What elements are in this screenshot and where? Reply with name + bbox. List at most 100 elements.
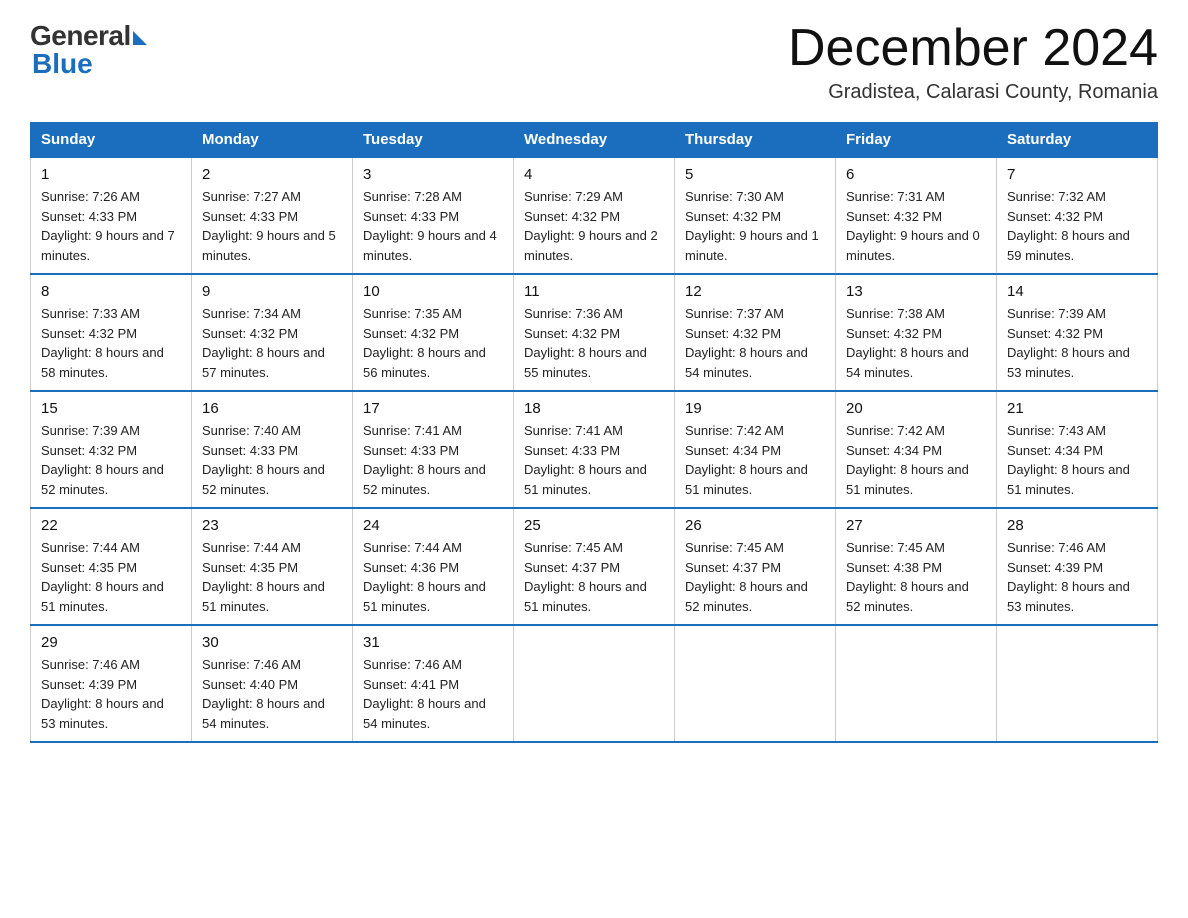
day-info: Sunrise: 7:42 AMSunset: 4:34 PMDaylight:… — [685, 421, 825, 499]
day-number: 1 — [41, 166, 181, 183]
day-info: Sunrise: 7:43 AMSunset: 4:34 PMDaylight:… — [1007, 421, 1147, 499]
cell-content: 29 Sunrise: 7:46 AMSunset: 4:39 PMDaylig… — [41, 634, 181, 733]
calendar-body: 1 Sunrise: 7:26 AMSunset: 4:33 PMDayligh… — [31, 157, 1158, 742]
calendar-cell: 21 Sunrise: 7:43 AMSunset: 4:34 PMDaylig… — [997, 391, 1158, 508]
weekday-header-wednesday: Wednesday — [514, 123, 675, 158]
calendar-cell: 31 Sunrise: 7:46 AMSunset: 4:41 PMDaylig… — [353, 625, 514, 742]
day-number: 31 — [363, 634, 503, 651]
calendar-cell: 8 Sunrise: 7:33 AMSunset: 4:32 PMDayligh… — [31, 274, 192, 391]
month-title: December 2024 — [788, 20, 1158, 77]
logo-triangle-icon — [133, 31, 147, 45]
day-number: 22 — [41, 517, 181, 534]
day-number: 27 — [846, 517, 986, 534]
calendar-cell: 26 Sunrise: 7:45 AMSunset: 4:37 PMDaylig… — [675, 508, 836, 625]
day-number: 3 — [363, 166, 503, 183]
page-header: General Blue December 2024 Gradistea, Ca… — [30, 20, 1158, 104]
day-info: Sunrise: 7:39 AMSunset: 4:32 PMDaylight:… — [41, 421, 181, 499]
cell-content: 30 Sunrise: 7:46 AMSunset: 4:40 PMDaylig… — [202, 634, 342, 733]
day-number: 7 — [1007, 166, 1147, 183]
calendar-table: SundayMondayTuesdayWednesdayThursdayFrid… — [30, 122, 1158, 743]
calendar-week-2: 8 Sunrise: 7:33 AMSunset: 4:32 PMDayligh… — [31, 274, 1158, 391]
calendar-cell: 9 Sunrise: 7:34 AMSunset: 4:32 PMDayligh… — [192, 274, 353, 391]
calendar-cell: 22 Sunrise: 7:44 AMSunset: 4:35 PMDaylig… — [31, 508, 192, 625]
day-number: 8 — [41, 283, 181, 300]
cell-content: 10 Sunrise: 7:35 AMSunset: 4:32 PMDaylig… — [363, 283, 503, 382]
calendar-week-5: 29 Sunrise: 7:46 AMSunset: 4:39 PMDaylig… — [31, 625, 1158, 742]
cell-content: 26 Sunrise: 7:45 AMSunset: 4:37 PMDaylig… — [685, 517, 825, 616]
calendar-cell: 11 Sunrise: 7:36 AMSunset: 4:32 PMDaylig… — [514, 274, 675, 391]
calendar-cell — [514, 625, 675, 742]
day-number: 29 — [41, 634, 181, 651]
cell-content: 22 Sunrise: 7:44 AMSunset: 4:35 PMDaylig… — [41, 517, 181, 616]
day-info: Sunrise: 7:44 AMSunset: 4:36 PMDaylight:… — [363, 538, 503, 616]
cell-content: 14 Sunrise: 7:39 AMSunset: 4:32 PMDaylig… — [1007, 283, 1147, 382]
calendar-week-1: 1 Sunrise: 7:26 AMSunset: 4:33 PMDayligh… — [31, 157, 1158, 274]
day-info: Sunrise: 7:46 AMSunset: 4:41 PMDaylight:… — [363, 655, 503, 733]
header-row: SundayMondayTuesdayWednesdayThursdayFrid… — [31, 123, 1158, 158]
calendar-cell: 6 Sunrise: 7:31 AMSunset: 4:32 PMDayligh… — [836, 157, 997, 274]
cell-content: 2 Sunrise: 7:27 AMSunset: 4:33 PMDayligh… — [202, 166, 342, 265]
day-number: 18 — [524, 400, 664, 417]
cell-content: 6 Sunrise: 7:31 AMSunset: 4:32 PMDayligh… — [846, 166, 986, 265]
day-number: 28 — [1007, 517, 1147, 534]
title-block: December 2024 Gradistea, Calarasi County… — [788, 20, 1158, 104]
cell-content: 8 Sunrise: 7:33 AMSunset: 4:32 PMDayligh… — [41, 283, 181, 382]
weekday-header-saturday: Saturday — [997, 123, 1158, 158]
day-info: Sunrise: 7:45 AMSunset: 4:38 PMDaylight:… — [846, 538, 986, 616]
calendar-cell: 14 Sunrise: 7:39 AMSunset: 4:32 PMDaylig… — [997, 274, 1158, 391]
day-number: 17 — [363, 400, 503, 417]
day-info: Sunrise: 7:40 AMSunset: 4:33 PMDaylight:… — [202, 421, 342, 499]
cell-content: 21 Sunrise: 7:43 AMSunset: 4:34 PMDaylig… — [1007, 400, 1147, 499]
cell-content: 16 Sunrise: 7:40 AMSunset: 4:33 PMDaylig… — [202, 400, 342, 499]
day-info: Sunrise: 7:37 AMSunset: 4:32 PMDaylight:… — [685, 304, 825, 382]
cell-content: 19 Sunrise: 7:42 AMSunset: 4:34 PMDaylig… — [685, 400, 825, 499]
day-info: Sunrise: 7:36 AMSunset: 4:32 PMDaylight:… — [524, 304, 664, 382]
cell-content: 23 Sunrise: 7:44 AMSunset: 4:35 PMDaylig… — [202, 517, 342, 616]
logo: General Blue — [30, 20, 147, 80]
calendar-cell: 25 Sunrise: 7:45 AMSunset: 4:37 PMDaylig… — [514, 508, 675, 625]
day-number: 12 — [685, 283, 825, 300]
day-number: 11 — [524, 283, 664, 300]
calendar-cell: 1 Sunrise: 7:26 AMSunset: 4:33 PMDayligh… — [31, 157, 192, 274]
calendar-cell — [836, 625, 997, 742]
day-number: 9 — [202, 283, 342, 300]
cell-content: 3 Sunrise: 7:28 AMSunset: 4:33 PMDayligh… — [363, 166, 503, 265]
cell-content: 28 Sunrise: 7:46 AMSunset: 4:39 PMDaylig… — [1007, 517, 1147, 616]
calendar-cell: 24 Sunrise: 7:44 AMSunset: 4:36 PMDaylig… — [353, 508, 514, 625]
day-number: 23 — [202, 517, 342, 534]
cell-content: 31 Sunrise: 7:46 AMSunset: 4:41 PMDaylig… — [363, 634, 503, 733]
day-number: 6 — [846, 166, 986, 183]
day-info: Sunrise: 7:41 AMSunset: 4:33 PMDaylight:… — [363, 421, 503, 499]
cell-content: 9 Sunrise: 7:34 AMSunset: 4:32 PMDayligh… — [202, 283, 342, 382]
day-info: Sunrise: 7:44 AMSunset: 4:35 PMDaylight:… — [202, 538, 342, 616]
cell-content: 1 Sunrise: 7:26 AMSunset: 4:33 PMDayligh… — [41, 166, 181, 265]
day-info: Sunrise: 7:26 AMSunset: 4:33 PMDaylight:… — [41, 187, 181, 265]
day-number: 14 — [1007, 283, 1147, 300]
calendar-cell: 5 Sunrise: 7:30 AMSunset: 4:32 PMDayligh… — [675, 157, 836, 274]
day-info: Sunrise: 7:29 AMSunset: 4:32 PMDaylight:… — [524, 187, 664, 265]
calendar-cell: 16 Sunrise: 7:40 AMSunset: 4:33 PMDaylig… — [192, 391, 353, 508]
logo-blue-text: Blue — [30, 48, 93, 80]
day-number: 16 — [202, 400, 342, 417]
day-info: Sunrise: 7:45 AMSunset: 4:37 PMDaylight:… — [685, 538, 825, 616]
day-info: Sunrise: 7:46 AMSunset: 4:39 PMDaylight:… — [1007, 538, 1147, 616]
cell-content: 4 Sunrise: 7:29 AMSunset: 4:32 PMDayligh… — [524, 166, 664, 265]
cell-content: 27 Sunrise: 7:45 AMSunset: 4:38 PMDaylig… — [846, 517, 986, 616]
calendar-cell: 19 Sunrise: 7:42 AMSunset: 4:34 PMDaylig… — [675, 391, 836, 508]
day-info: Sunrise: 7:46 AMSunset: 4:40 PMDaylight:… — [202, 655, 342, 733]
day-info: Sunrise: 7:38 AMSunset: 4:32 PMDaylight:… — [846, 304, 986, 382]
day-info: Sunrise: 7:34 AMSunset: 4:32 PMDaylight:… — [202, 304, 342, 382]
weekday-header-thursday: Thursday — [675, 123, 836, 158]
day-info: Sunrise: 7:27 AMSunset: 4:33 PMDaylight:… — [202, 187, 342, 265]
calendar-cell: 3 Sunrise: 7:28 AMSunset: 4:33 PMDayligh… — [353, 157, 514, 274]
day-number: 13 — [846, 283, 986, 300]
cell-content: 7 Sunrise: 7:32 AMSunset: 4:32 PMDayligh… — [1007, 166, 1147, 265]
calendar-cell: 2 Sunrise: 7:27 AMSunset: 4:33 PMDayligh… — [192, 157, 353, 274]
day-info: Sunrise: 7:41 AMSunset: 4:33 PMDaylight:… — [524, 421, 664, 499]
calendar-cell: 28 Sunrise: 7:46 AMSunset: 4:39 PMDaylig… — [997, 508, 1158, 625]
day-info: Sunrise: 7:39 AMSunset: 4:32 PMDaylight:… — [1007, 304, 1147, 382]
weekday-header-monday: Monday — [192, 123, 353, 158]
calendar-header: SundayMondayTuesdayWednesdayThursdayFrid… — [31, 123, 1158, 158]
calendar-cell: 18 Sunrise: 7:41 AMSunset: 4:33 PMDaylig… — [514, 391, 675, 508]
day-number: 30 — [202, 634, 342, 651]
